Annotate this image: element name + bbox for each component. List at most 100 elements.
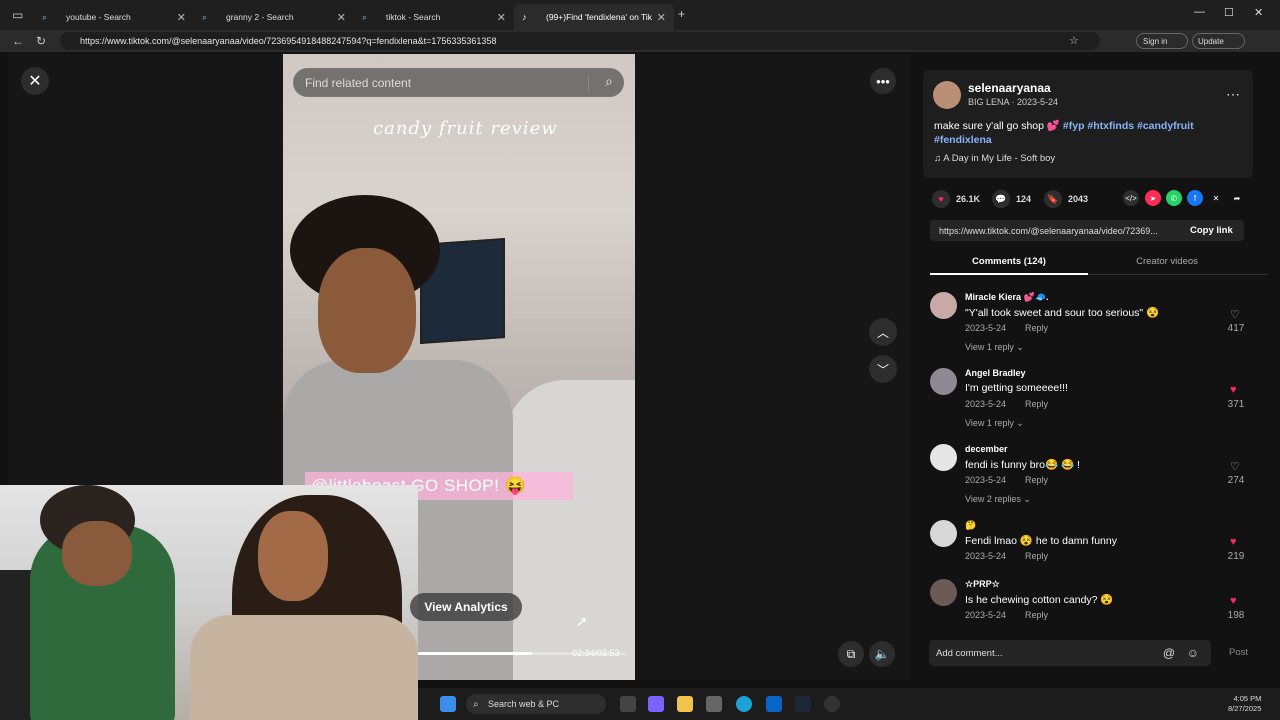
reply-button[interactable]: Reply — [1025, 610, 1048, 620]
close-window-icon[interactable]: ✕ — [1254, 6, 1263, 19]
embed-icon[interactable]: </> — [1123, 190, 1139, 206]
tab-creator-videos[interactable]: Creator videos — [1088, 256, 1246, 267]
comment-text: I'm getting someeee!!! — [965, 382, 1068, 394]
heart-outline-icon[interactable]: ♡ — [1230, 460, 1240, 473]
tab-granny[interactable]: ⌕ granny 2 - Search ✕ — [194, 4, 354, 30]
url-text: https://www.tiktok.com/@selenaaryanaa/vi… — [80, 36, 497, 46]
comment-like-count: 371 — [1227, 399, 1245, 410]
hashtag-link[interactable]: #fyp — [1063, 120, 1085, 132]
tab-actions-icon[interactable]: ▭ — [12, 8, 23, 22]
view-replies-button[interactable]: View 1 reply ⌄ — [965, 418, 1024, 429]
reply-button[interactable]: Reply — [1025, 475, 1048, 485]
tab-youtube[interactable]: ⌕ youtube - Search ✕ — [34, 4, 194, 30]
facebook-icon[interactable]: f — [1187, 190, 1203, 206]
share-icon[interactable]: ➦ — [1229, 190, 1245, 206]
tiktok-icon: ♪ — [522, 12, 527, 22]
clock-date: 8/27/2025 — [1228, 704, 1262, 713]
heart-filled-icon[interactable]: ♥ — [1230, 595, 1237, 607]
copilot-icon[interactable] — [648, 696, 664, 712]
tab-comments[interactable]: Comments (124) — [930, 256, 1088, 267]
view-replies-button[interactable]: View 2 replies ⌄ — [965, 494, 1031, 505]
reply-button[interactable]: Reply — [1025, 323, 1048, 333]
commenter-avatar[interactable] — [930, 368, 957, 395]
outlook-icon[interactable] — [766, 696, 782, 712]
copy-link-button[interactable]: Copy link — [1190, 225, 1233, 236]
webcam-scene-girl-face — [258, 511, 328, 601]
commenter-avatar[interactable] — [930, 520, 957, 547]
hashtag-link[interactable]: #fendixlena — [934, 134, 992, 146]
url-field[interactable]: https://www.tiktok.com/@selenaaryanaa/vi… — [60, 32, 1100, 50]
post-comment-button[interactable]: Post — [1229, 647, 1248, 658]
search-icon[interactable]: ⌕ — [605, 73, 613, 90]
like-count: 26.1K — [956, 194, 981, 204]
comment-item: ☆PRP☆ Is he chewing cotton candy? 😵 2023… — [930, 579, 1250, 627]
close-tab-icon[interactable]: ✕ — [657, 11, 666, 24]
heart-filled-icon[interactable]: ♥ — [1230, 384, 1237, 396]
whatsapp-icon[interactable]: ✆ — [1166, 190, 1182, 206]
view-replies-button[interactable]: View 1 reply ⌄ — [965, 342, 1024, 353]
volume-button[interactable]: 🔈 — [869, 641, 895, 667]
commenter-name[interactable]: 🤔 — [965, 520, 976, 531]
heart-filled-icon[interactable]: ♥ — [1230, 536, 1237, 548]
mention-icon[interactable]: @ — [1163, 646, 1175, 660]
minimize-icon[interactable]: — — [1194, 6, 1205, 18]
heart-outline-icon[interactable]: ♡ — [1230, 308, 1240, 321]
hashtag-link[interactable]: #candyfruit — [1137, 120, 1194, 132]
author-username[interactable]: selenaaryanaa — [968, 81, 1051, 95]
comment-date: 2023-5-24 — [965, 399, 1007, 409]
close-tab-icon[interactable]: ✕ — [497, 11, 506, 24]
commenter-name[interactable]: december — [965, 444, 1008, 454]
sign-in-button[interactable]: Sign in — [1136, 33, 1189, 49]
view-analytics-button[interactable]: View Analytics — [410, 593, 522, 621]
obs-icon[interactable] — [824, 696, 840, 712]
commenter-avatar[interactable] — [930, 579, 957, 606]
music-link[interactable]: ♫ A Day in My Life - Soft boy — [934, 153, 1055, 164]
comment-like-count: 219 — [1227, 551, 1245, 562]
close-tab-icon[interactable]: ✕ — [177, 11, 186, 24]
emoji-icon[interactable]: ☺ — [1187, 646, 1199, 660]
send-icon[interactable]: ➤ — [1145, 190, 1161, 206]
windows-start-icon[interactable] — [440, 696, 456, 712]
update-button[interactable]: Update — [1192, 33, 1245, 49]
post-more-icon[interactable]: ⋯ — [1226, 86, 1240, 103]
more-options-icon[interactable]: ••• — [870, 68, 896, 94]
previous-video-button[interactable]: ︿ — [869, 318, 897, 346]
commenter-name[interactable]: ☆PRP☆ — [965, 579, 1000, 590]
back-icon[interactable]: ← — [12, 34, 24, 48]
maximize-icon[interactable]: ☐ — [1224, 6, 1234, 19]
mouse-cursor-icon: ➚ — [576, 613, 588, 629]
reply-button[interactable]: Reply — [1025, 551, 1048, 561]
save-stat[interactable]: 🔖 2043 — [1044, 190, 1088, 208]
tab-title: youtube - Search — [66, 12, 131, 22]
commenter-name[interactable]: Miracle Kiera 💕🧢. — [965, 292, 1048, 303]
add-comment-input[interactable]: Add comment... @ ☺ — [929, 640, 1211, 666]
comment-stat[interactable]: 💬 124 — [992, 190, 1031, 208]
like-stat[interactable]: ♥ 26.1K — [932, 190, 980, 208]
comment-item: december fendi is funny bro😂 😂 ! 2023-5-… — [930, 444, 1250, 514]
commenter-name[interactable]: Angel Bradley — [965, 368, 1026, 378]
hashtag-link[interactable]: #htxfinds — [1087, 120, 1134, 132]
next-video-button[interactable]: ﹀ — [869, 355, 897, 383]
task-view-icon[interactable] — [620, 696, 636, 712]
refresh-icon[interactable]: ↻ — [36, 34, 46, 48]
edge-icon[interactable] — [736, 696, 752, 712]
tab-tiktok-search[interactable]: ⌕ tiktok - Search ✕ — [354, 4, 514, 30]
favorite-icon[interactable]: ☆ — [1069, 34, 1079, 47]
steam-icon[interactable] — [795, 696, 811, 712]
x-icon[interactable]: ✕ — [1208, 190, 1224, 206]
file-explorer-icon[interactable] — [677, 696, 693, 712]
miniplayer-button[interactable]: ⧉ — [838, 641, 864, 667]
store-icon[interactable] — [706, 696, 722, 712]
close-video-button[interactable]: ✕ — [21, 67, 49, 95]
commenter-avatar[interactable] — [930, 292, 957, 319]
close-tab-icon[interactable]: ✕ — [337, 11, 346, 24]
author-avatar[interactable] — [933, 81, 961, 109]
taskbar-search-box[interactable]: ⌕ Search web & PC — [466, 694, 606, 714]
reply-button[interactable]: Reply — [1025, 399, 1048, 409]
system-clock[interactable]: 4:05 PM 8/27/2025 — [1228, 694, 1261, 714]
new-tab-icon[interactable]: + — [678, 7, 685, 21]
video-search-input[interactable]: Find related content ⌕ — [293, 68, 624, 97]
tab-tiktok-video[interactable]: ♪ (99+)Find 'fendixlena' on Tik ✕ — [514, 4, 674, 30]
commenter-avatar[interactable] — [930, 444, 957, 471]
chevron-up-icon: ︿ — [876, 325, 889, 340]
